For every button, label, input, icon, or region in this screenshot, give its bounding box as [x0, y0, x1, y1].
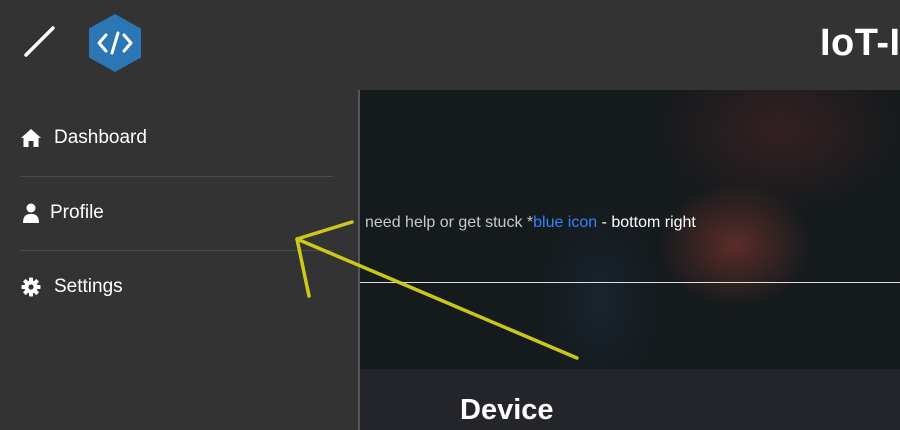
user-icon: [20, 202, 42, 224]
sidebar-item-label: Dashboard: [54, 127, 147, 148]
home-icon: [20, 127, 42, 149]
help-text-highlight: blue icon: [533, 214, 598, 231]
help-text: need help or get stuck *blue icon - bott…: [365, 214, 696, 232]
gear-icon: [20, 276, 42, 298]
sidebar-item-dashboard[interactable]: Dashboard: [20, 102, 333, 174]
hero-separator-line: [360, 282, 900, 283]
device-section: Device: [360, 369, 900, 430]
top-bar: IoT-I: [0, 0, 900, 90]
sidebar-item-label: Settings: [54, 276, 123, 297]
app-title: IoT-I: [820, 22, 900, 64]
help-text-suffix: - bottom right: [597, 214, 696, 231]
code-logo-icon[interactable]: [86, 12, 144, 74]
sidebar: Dashboard Profile Settings: [0, 90, 358, 430]
help-text-prefix: need help or get stuck *: [365, 214, 534, 231]
sidebar-item-profile[interactable]: Profile: [20, 177, 333, 249]
sidebar-item-label: Profile: [50, 202, 104, 223]
menu-toggle-icon[interactable]: [20, 22, 60, 62]
hero-banner: need help or get stuck *blue icon - bott…: [360, 90, 900, 369]
section-title: Device: [460, 394, 554, 426]
sidebar-item-settings[interactable]: Settings: [20, 251, 333, 323]
